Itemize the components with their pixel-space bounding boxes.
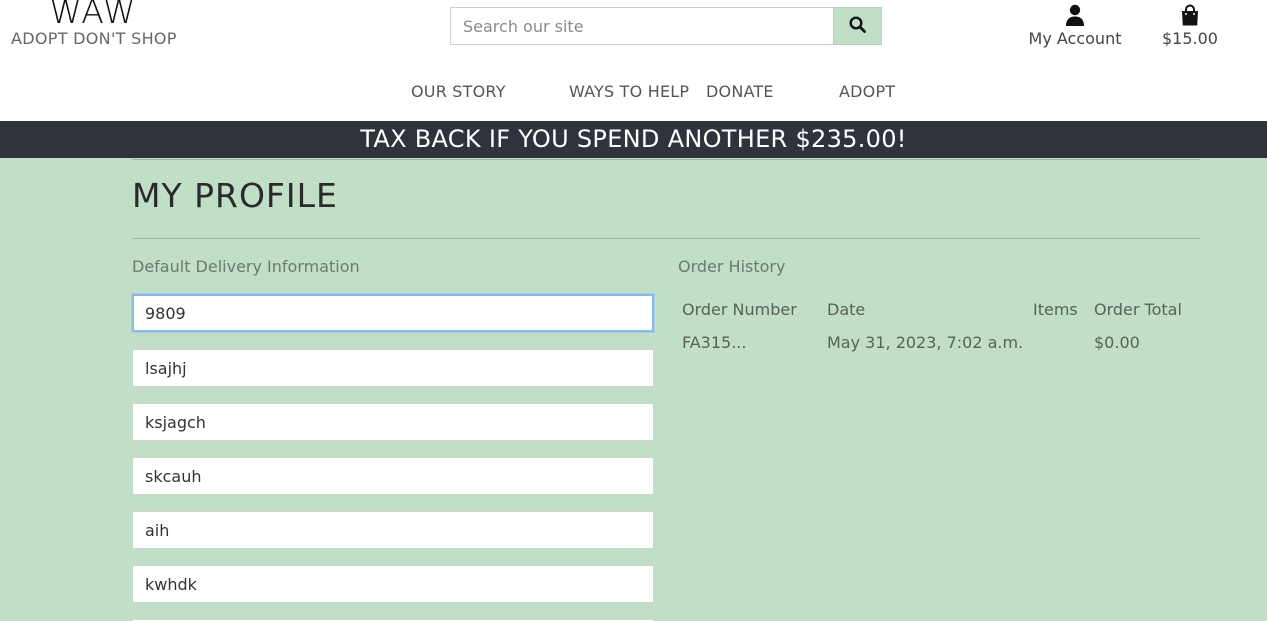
column-header: Order Number [682,300,797,319]
cart-total: $15.00 [1162,29,1218,48]
page-title: MY PROFILE [132,176,338,215]
order-history-heading: Order History [678,257,786,276]
column-header: Items [1033,300,1078,319]
delivery-field-postcode[interactable] [132,565,654,603]
delivery-field-street-1[interactable] [132,349,654,387]
search-bar [450,7,882,45]
search-button[interactable] [833,7,882,45]
order-date: May 31, 2023, 7:02 a.m. [827,333,1024,352]
brand-tagline: ADOPT DON'T SHOP [11,29,177,48]
nav-our-story-label[interactable]: OUR STORY [411,82,506,101]
my-account-link[interactable]: My Account [1022,0,1128,48]
divider [132,159,1200,160]
nav-donate[interactable]: DONATE [706,82,774,104]
column-header: Order Total [1094,300,1182,319]
nav-donate-label[interactable]: DONATE [706,82,774,101]
delivery-field-county[interactable] [132,511,654,549]
nav-adopt[interactable]: ADOPT [839,82,895,104]
brand-logo[interactable]: WAW ADOPT DON'T SHOP [11,0,177,49]
nav-ways-to-help[interactable]: WAYS TO HELP [569,82,689,104]
search-input[interactable] [450,7,833,45]
delivery-field-street-2[interactable] [132,403,654,441]
table-row: FA315... May 31, 2023, 7:02 a.m. $0.00 [678,331,1200,354]
promo-banner: TAX BACK IF YOU SPEND ANOTHER $235.00! [0,121,1267,158]
order-total: $0.00 [1094,333,1140,352]
order-items [1029,331,1090,354]
delivery-field-town[interactable] [132,457,654,495]
my-account-label: My Account [1028,29,1122,48]
user-icon [1022,0,1128,26]
nav-our-story[interactable]: OUR STORY [411,82,506,104]
delivery-field-phone[interactable] [132,294,654,332]
order-number-link[interactable]: FA315... [678,331,823,354]
table-header-row: Order Number Date Items Order Total [678,298,1200,331]
divider [132,238,1200,239]
nav-adopt-label[interactable]: ADOPT [839,82,895,101]
column-header: Date [827,300,866,319]
shopping-bag-icon [1158,0,1222,26]
order-history-table: Order Number Date Items Order Total FA31… [678,298,1200,354]
delivery-info-heading: Default Delivery Information [132,257,360,276]
brand-name: WAW [49,0,137,31]
nav-ways-to-help-label[interactable]: WAYS TO HELP [569,82,689,101]
profile-page: MY PROFILE Default Delivery Information … [0,158,1267,621]
cart-link[interactable]: $15.00 [1158,0,1222,48]
site-header: WAW ADOPT DON'T SHOP My Account $15.00 O… [0,0,1267,121]
search-icon [849,15,866,37]
